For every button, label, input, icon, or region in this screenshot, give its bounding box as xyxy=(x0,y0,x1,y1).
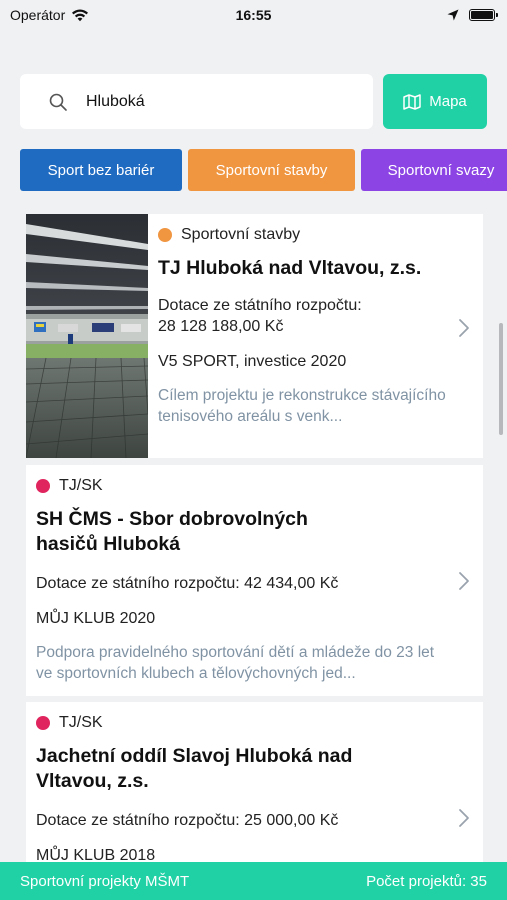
category-row: TJ/SK xyxy=(36,477,453,495)
battery-level xyxy=(471,11,493,19)
filter-chips: Sport bez bariér Sportovní stavby Sporto… xyxy=(20,149,507,191)
subsidy-value: 28 128 188,00 Kč xyxy=(158,318,284,335)
program-name: MŮJ KLUB 2018 xyxy=(36,847,156,862)
project-card[interactable]: TJ/SK Jachetní oddíl Slavoj Hluboká nad … xyxy=(26,702,483,862)
project-description: Podpora pravidelného sportování dětí a m… xyxy=(36,644,435,682)
footer-title: Sportovní projekty MŠMT xyxy=(20,872,190,890)
map-button-label: Mapa xyxy=(429,93,467,110)
chevron-right-icon xyxy=(459,809,469,827)
battery-icon xyxy=(469,9,498,21)
location-icon xyxy=(447,9,459,21)
category-dot xyxy=(36,479,50,493)
search-icon xyxy=(49,93,67,111)
project-image xyxy=(26,214,148,458)
project-title: Jachetní oddíl Slavoj Hluboká nad Vltavo… xyxy=(36,745,353,792)
carrier-label: Operátor xyxy=(10,7,66,23)
category-label: TJ/SK xyxy=(59,714,103,731)
subsidy-text: Dotace ze státního rozpočtu: 42 434,00 K… xyxy=(36,575,339,592)
category-label: TJ/SK xyxy=(59,477,103,494)
tennis-hall-photo xyxy=(26,214,148,458)
search-box[interactable] xyxy=(20,74,373,129)
status-bar: Operátor 16:55 xyxy=(0,0,507,30)
project-description: Cílem projektu je rekonstrukce stávající… xyxy=(158,387,446,425)
category-label: Sportovní stavby xyxy=(181,226,301,243)
card-body: TJ/SK Jachetní oddíl Slavoj Hluboká nad … xyxy=(36,702,453,862)
category-dot xyxy=(36,716,50,730)
project-title: TJ Hluboká nad Vltavou, z.s. xyxy=(158,257,422,279)
wifi-icon xyxy=(72,9,89,22)
program-name: V5 SPORT, investice 2020 xyxy=(158,353,347,370)
project-count: Počet projektů: 35 xyxy=(366,872,487,890)
program-name: MŮJ KLUB 2020 xyxy=(36,610,156,627)
project-card[interactable]: TJ/SK SH ČMS - Sbor dobrovolných hasičů … xyxy=(26,465,483,696)
scrollbar[interactable] xyxy=(499,323,503,435)
project-title: SH ČMS - Sbor dobrovolných hasičů Hlubok… xyxy=(36,508,308,555)
subsidy-text: Dotace ze státního rozpočtu: 28 128 188,… xyxy=(158,295,453,337)
category-dot xyxy=(158,228,172,242)
card-body: TJ/SK SH ČMS - Sbor dobrovolných hasičů … xyxy=(36,465,453,684)
project-card[interactable]: Sportovní stavby TJ Hluboká nad Vltavou,… xyxy=(26,214,483,458)
subsidy-text: Dotace ze státního rozpočtu: 25 000,00 K… xyxy=(36,812,339,829)
category-row: TJ/SK xyxy=(36,714,453,732)
chevron-right-icon xyxy=(459,319,469,337)
subsidy-label: Dotace ze státního rozpočtu: xyxy=(158,297,362,314)
chevron-right-icon xyxy=(459,572,469,590)
search-input[interactable] xyxy=(86,92,346,111)
category-row: Sportovní stavby xyxy=(158,226,453,244)
footer-bar: Sportovní projekty MŠMT Počet projektů: … xyxy=(0,862,507,900)
map-button[interactable]: Mapa xyxy=(383,74,487,129)
project-list: Sportovní stavby TJ Hluboká nad Vltavou,… xyxy=(0,212,507,862)
card-body: Sportovní stavby TJ Hluboká nad Vltavou,… xyxy=(158,214,453,427)
filter-sportovni-stavby[interactable]: Sportovní stavby xyxy=(188,149,355,191)
status-right xyxy=(447,9,498,21)
filter-sportovni-svazy[interactable]: Sportovní svazy xyxy=(361,149,507,191)
filter-sport-bez-barier[interactable]: Sport bez bariér xyxy=(20,149,182,191)
status-left: Operátor xyxy=(10,7,89,23)
map-icon xyxy=(403,93,421,110)
